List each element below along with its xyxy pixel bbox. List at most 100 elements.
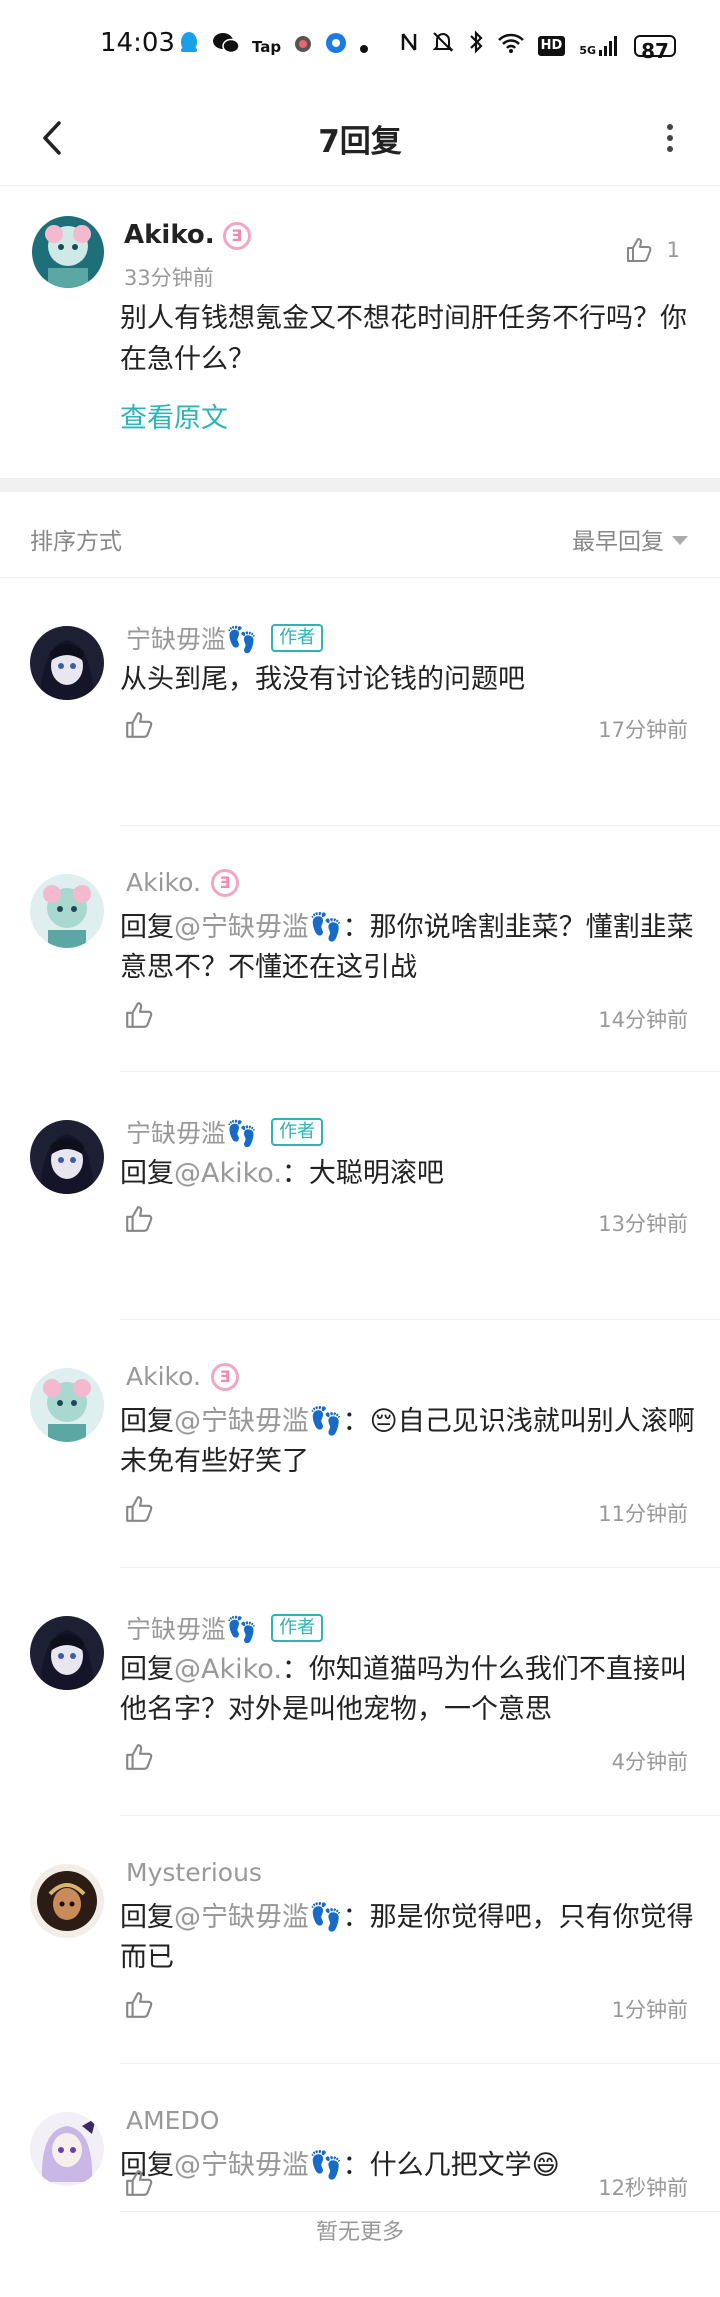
- like-button[interactable]: [124, 1494, 160, 1530]
- thumbs-up-icon: [126, 1206, 153, 1232]
- reply-body: ：大聪明滚吧: [281, 1158, 444, 1189]
- comment-author-name[interactable]: Akiko. Ǝ: [124, 220, 251, 250]
- reply-prefix: 回复: [120, 1654, 174, 1685]
- tap-icon: Tap: [252, 37, 282, 56]
- browser-icon: [325, 32, 347, 61]
- thumbs-up-icon: [126, 712, 153, 738]
- reply-author-name[interactable]: 宁缺毋滥👣 作者: [126, 620, 324, 656]
- reply-author-name[interactable]: 宁缺毋滥👣 作者: [126, 1114, 324, 1150]
- status-bar: 14:03 Tap HD 5G 87: [0, 0, 720, 90]
- avatar[interactable]: [30, 626, 104, 700]
- thumbs-up-icon: [126, 1744, 153, 1770]
- reply-item: Akiko. Ǝ 回复@宁缺毋滥👣：😔自己见识浅就叫别人滚啊 未免有些好笑了 11分钟…: [0, 1320, 720, 1568]
- author-name-text: 宁缺毋滥👣: [126, 625, 258, 654]
- like-button[interactable]: [124, 1204, 160, 1240]
- wechat-icon: [212, 31, 240, 62]
- reply-text: 回复@宁缺毋滥👣：那是你觉得吧，只有你觉得而已: [120, 1898, 700, 1978]
- thumbs-up-icon: [126, 1496, 153, 1522]
- view-original-link[interactable]: 查看原文: [120, 396, 228, 435]
- reply-body: ：什么几把文学😄: [342, 2150, 560, 2181]
- like-count: 1: [666, 238, 680, 262]
- reply-time: 4分钟前: [611, 1750, 688, 1774]
- thumbs-up-icon: [126, 1992, 153, 2018]
- avatar[interactable]: [30, 874, 104, 948]
- comment-time: 33分钟前: [124, 266, 214, 290]
- status-time: 14:03: [100, 28, 175, 58]
- mention-link[interactable]: @宁缺毋滥👣: [174, 1902, 343, 1933]
- reply-prefix: 回复: [120, 1158, 174, 1189]
- mention-link[interactable]: @宁缺毋滥👣: [174, 2150, 343, 2181]
- reply-item: 宁缺毋滥👣 作者从头到尾，我没有讨论钱的问题吧 17分钟前: [0, 578, 720, 826]
- wifi-icon: [497, 32, 524, 60]
- author-tag: 作者: [271, 1614, 324, 1642]
- reply-author-name[interactable]: Akiko. Ǝ: [126, 1362, 239, 1391]
- notification-icons: Tap: [178, 30, 369, 63]
- original-comment: Akiko. Ǝ 33分钟前 1 别人有钱想氪金又不想花时间肝任务不行吗？你在急什…: [0, 186, 720, 480]
- author-name-text: 宁缺毋滥👣: [126, 1119, 258, 1148]
- like-button[interactable]: 1: [625, 236, 680, 264]
- avatar[interactable]: [30, 1864, 104, 1938]
- avatar[interactable]: [32, 216, 104, 288]
- app-bar: 7回复: [0, 90, 720, 186]
- reply-text: 从头到尾，我没有讨论钱的问题吧: [120, 660, 700, 700]
- level-badge-icon: Ǝ: [210, 1362, 239, 1391]
- sort-bar: 排序方式 最早回复: [0, 492, 720, 578]
- sort-value: 最早回复: [572, 529, 664, 555]
- avatar[interactable]: [30, 1368, 104, 1442]
- caret-down-icon: [672, 535, 688, 545]
- author-name-text: AMEDO: [126, 2106, 220, 2135]
- qq-icon: [178, 30, 200, 63]
- battery-indicator: 87: [634, 34, 676, 63]
- reply-body: 从头到尾，我没有讨论钱的问题吧: [120, 664, 525, 695]
- author-name-text: 宁缺毋滥👣: [126, 1615, 258, 1644]
- author-tag: 作者: [271, 1118, 324, 1146]
- no-more-text: 暂无更多: [315, 2220, 404, 2245]
- reply-time: 11分钟前: [598, 1502, 688, 1526]
- reply-time: 12秒钟前: [598, 2176, 688, 2200]
- reply-text: 回复@Akiko.：大聪明滚吧: [120, 1154, 700, 1194]
- mention-link[interactable]: @Akiko.: [174, 1654, 282, 1685]
- sort-dropdown[interactable]: 最早回复: [572, 522, 688, 556]
- reply-author-name[interactable]: Mysterious: [126, 1858, 262, 1887]
- avatar[interactable]: [30, 2112, 104, 2186]
- mute-icon: [432, 31, 454, 60]
- author-name-text: Akiko.: [126, 868, 201, 897]
- reply-item: Mysterious 回复@宁缺毋滥👣：那是你觉得吧，只有你觉得而已 1分钟前: [0, 1816, 720, 2064]
- reply-time: 1分钟前: [611, 1998, 688, 2022]
- like-button[interactable]: [124, 1000, 160, 1036]
- comment-text: 别人有钱想氪金又不想花时间肝任务不行吗？你在急什么？: [120, 303, 687, 375]
- thumbs-up-icon: [126, 2170, 153, 2196]
- reply-text: 回复@Akiko.：你知道猫吗为什么我们不直接叫他名字？对外是叫他宠物，一个意思: [120, 1650, 700, 1730]
- reply-item: 宁缺毋滥👣 作者回复@Akiko.：你知道猫吗为什么我们不直接叫他名字？对外是叫他…: [0, 1568, 720, 1816]
- system-icons: HD 5G 87: [400, 30, 676, 63]
- reply-prefix: 回复: [120, 912, 174, 943]
- level-badge-icon: Ǝ: [210, 868, 239, 897]
- reply-author-name[interactable]: Akiko. Ǝ: [126, 868, 239, 897]
- thumbs-up-icon: [626, 238, 652, 262]
- reply-item: Akiko. Ǝ 回复@宁缺毋滥👣：那你说啥割韭菜？懂割韭菜意思不？不懂还在这引战 1…: [0, 826, 720, 1072]
- sort-label: 排序方式: [30, 529, 122, 555]
- like-button[interactable]: [124, 710, 160, 746]
- signal-icon: 5G: [579, 35, 620, 57]
- avatar[interactable]: [30, 1616, 104, 1690]
- mention-link[interactable]: @宁缺毋滥👣: [174, 1406, 343, 1437]
- mention-link[interactable]: @Akiko.: [174, 1158, 282, 1189]
- reply-author-name[interactable]: 宁缺毋滥👣 作者: [126, 1610, 324, 1646]
- reply-item: 宁缺毋滥👣 作者 回复@Akiko.：大聪明滚吧 13分钟前: [0, 1072, 720, 1320]
- reply-text: 回复@宁缺毋滥👣：😔自己见识浅就叫别人滚啊 未免有些好笑了: [120, 1402, 700, 1482]
- avatar[interactable]: [30, 1120, 104, 1194]
- app-icon: [293, 33, 313, 61]
- like-button[interactable]: [124, 1990, 160, 2026]
- reply-time: 17分钟前: [598, 718, 688, 742]
- dot-icon: [359, 33, 369, 61]
- level-badge-icon: Ǝ: [222, 221, 251, 250]
- mention-link[interactable]: @宁缺毋滥👣: [174, 912, 343, 943]
- nfc-icon: [400, 31, 418, 60]
- like-button[interactable]: [124, 1742, 160, 1778]
- reply-author-name[interactable]: AMEDO: [126, 2106, 219, 2135]
- page-title: 7回复: [318, 124, 402, 160]
- more-vertical-icon: [667, 124, 673, 152]
- like-button[interactable]: [124, 2168, 160, 2204]
- reply-time: 14分钟前: [598, 1008, 688, 1032]
- more-options-button[interactable]: [642, 110, 698, 166]
